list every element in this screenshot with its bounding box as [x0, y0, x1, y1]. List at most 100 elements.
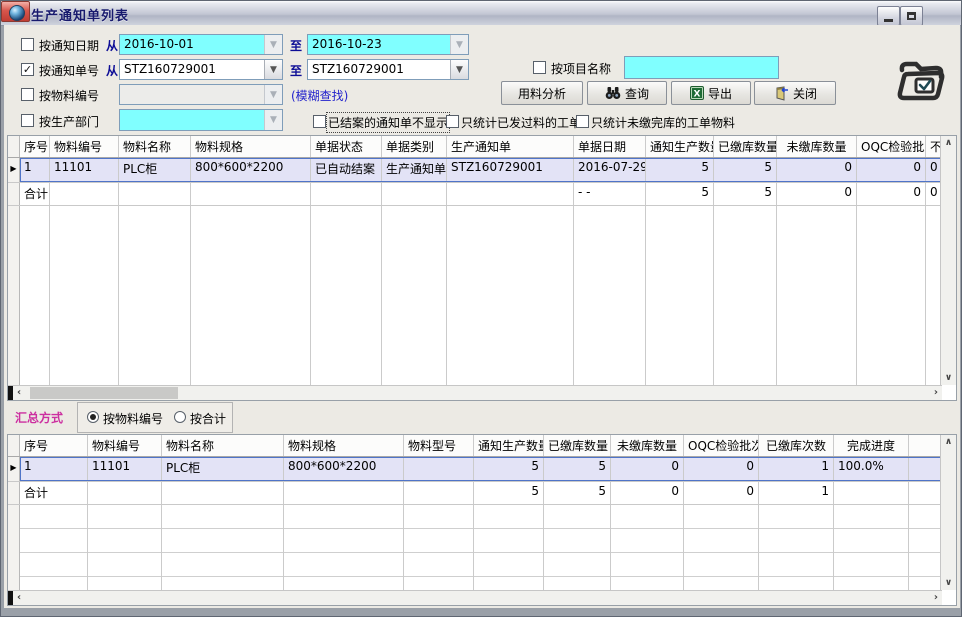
- grid-cell[interactable]: 0: [611, 457, 684, 481]
- by-material-radio[interactable]: [87, 411, 99, 423]
- table-row[interactable]: ▶111101PLC柜800*600*220055001100.0%: [8, 457, 942, 482]
- grid-cell[interactable]: 2016-07-29: [574, 158, 646, 182]
- prod-dept-checkbox[interactable]: [21, 114, 34, 127]
- grid-cell[interactable]: 0: [684, 457, 759, 481]
- grid-cell[interactable]: [50, 183, 119, 205]
- row-indicator[interactable]: ▶: [8, 457, 20, 481]
- material-no-checkbox[interactable]: [21, 88, 34, 101]
- project-name-input[interactable]: [624, 56, 779, 79]
- project-name-checkbox[interactable]: [533, 61, 546, 74]
- grid-cell[interactable]: [311, 183, 382, 205]
- grid-cell[interactable]: 5: [646, 158, 714, 182]
- scroll-left-icon[interactable]: ‹: [17, 591, 21, 605]
- grid-cell[interactable]: [162, 482, 284, 504]
- scroll-up-icon[interactable]: ∧: [941, 138, 956, 148]
- notice-no-checkbox[interactable]: [21, 63, 34, 76]
- column-header[interactable]: OQC检验批次: [857, 136, 926, 157]
- grid-cell[interactable]: 1: [20, 158, 50, 182]
- scroll-left-icon[interactable]: ‹: [17, 386, 21, 400]
- grid-cell[interactable]: 800*600*2200: [284, 457, 404, 481]
- column-header[interactable]: 单据状态: [311, 136, 382, 157]
- column-header[interactable]: 已缴库次数: [759, 435, 834, 456]
- grid-cell[interactable]: - -: [574, 183, 646, 205]
- hide-closed-label[interactable]: 已结案的通知单不显示: [328, 114, 448, 131]
- grid-cell[interactable]: 11101: [88, 457, 162, 481]
- grid-cell[interactable]: 合计: [20, 183, 50, 205]
- grid-cell[interactable]: 5: [646, 183, 714, 205]
- column-header[interactable]: 序号: [20, 435, 88, 456]
- title-bar[interactable]: 生产通知单列表 ✕: [1, 1, 962, 26]
- scroll-up-icon[interactable]: ∧: [941, 437, 956, 447]
- grid-cell[interactable]: [404, 482, 474, 504]
- column-header[interactable]: 通知生产数量: [474, 435, 544, 456]
- column-header[interactable]: 物料名称: [162, 435, 284, 456]
- column-header[interactable]: 已缴库数量: [714, 136, 777, 157]
- by-total-radio-label[interactable]: 按合计: [190, 410, 226, 427]
- grid-cell[interactable]: 100.0%: [834, 457, 909, 481]
- material-analysis-button[interactable]: 用料分析: [501, 81, 583, 105]
- grid-cell[interactable]: 5: [714, 158, 777, 182]
- column-header[interactable]: [909, 435, 942, 456]
- query-button[interactable]: 查询: [587, 81, 667, 105]
- column-header[interactable]: 物料编号: [88, 435, 162, 456]
- column-header[interactable]: 物料型号: [404, 435, 474, 456]
- grid-cell[interactable]: 合计: [20, 482, 88, 504]
- grid-cell[interactable]: [834, 482, 909, 504]
- notice-no-from-combo[interactable]: STZ160729001 ▼: [119, 59, 283, 80]
- chevron-down-icon[interactable]: ▼: [264, 85, 282, 104]
- scroll-right-icon[interactable]: ›: [934, 591, 938, 605]
- table-row[interactable]: ▶111101PLC柜800*600*2200已自动结案生产通知单STZ1607…: [8, 158, 942, 183]
- column-header[interactable]: 物料规格: [191, 136, 311, 157]
- export-button[interactable]: X 导出: [671, 81, 751, 105]
- grid-cell[interactable]: [88, 482, 162, 504]
- grid-cell[interactable]: 800*600*2200: [191, 158, 311, 182]
- summary-grid-vscrollbar[interactable]: ∧ ∨: [940, 435, 956, 590]
- column-header[interactable]: 单据日期: [574, 136, 646, 157]
- column-header[interactable]: 通知生产数量: [646, 136, 714, 157]
- chevron-down-icon[interactable]: ▼: [264, 110, 282, 130]
- chevron-down-icon[interactable]: ▼: [264, 35, 282, 54]
- scroll-down-icon[interactable]: ∨: [941, 373, 956, 383]
- grid-cell[interactable]: 5: [474, 482, 544, 504]
- grid-cell[interactable]: [404, 457, 474, 481]
- grid-cell[interactable]: 1: [759, 482, 834, 504]
- scroll-right-icon[interactable]: ›: [934, 386, 938, 400]
- column-header[interactable]: 单据类别: [382, 136, 447, 157]
- only-issued-checkbox[interactable]: [446, 115, 459, 128]
- grid-cell[interactable]: 0: [857, 158, 926, 182]
- grid-cell[interactable]: 0: [777, 183, 857, 205]
- main-grid-vscrollbar[interactable]: ∧ ∨: [940, 136, 956, 385]
- grid-cell[interactable]: [284, 482, 404, 504]
- only-not-stocked-checkbox[interactable]: [576, 115, 589, 128]
- close-form-button[interactable]: 关闭: [754, 81, 836, 105]
- summary-grid-hscrollbar[interactable]: ‹ ›: [8, 590, 942, 605]
- notice-no-to-combo[interactable]: STZ160729001 ▼: [307, 59, 469, 80]
- grid-cell[interactable]: [447, 183, 574, 205]
- minimize-button[interactable]: [877, 6, 900, 26]
- grid-cell[interactable]: 1: [759, 457, 834, 481]
- grid-cell[interactable]: 0: [857, 183, 926, 205]
- row-indicator[interactable]: ▶: [8, 158, 20, 182]
- grid-cell[interactable]: PLC柜: [119, 158, 191, 182]
- chevron-down-icon[interactable]: ▼: [450, 60, 468, 79]
- chevron-down-icon[interactable]: ▼: [264, 60, 282, 79]
- grid-cell[interactable]: 5: [544, 482, 611, 504]
- grid-cell[interactable]: 0: [611, 482, 684, 504]
- grid-cell[interactable]: 5: [544, 457, 611, 481]
- grid-cell[interactable]: 1: [20, 457, 88, 481]
- by-material-radio-label[interactable]: 按物料编号: [103, 410, 163, 427]
- main-grid-hscroll-thumb[interactable]: [30, 387, 178, 399]
- column-header[interactable]: OQC检验批次: [684, 435, 759, 456]
- prod-dept-combo[interactable]: ▼: [119, 109, 283, 131]
- grid-cell[interactable]: PLC柜: [162, 457, 284, 481]
- grid-cell[interactable]: STZ160729001: [447, 158, 574, 182]
- column-header[interactable]: 完成进度: [834, 435, 909, 456]
- grid-cell[interactable]: 生产通知单: [382, 158, 447, 182]
- grid-cell[interactable]: 5: [714, 183, 777, 205]
- scroll-down-icon[interactable]: ∨: [941, 578, 956, 588]
- grid-cell[interactable]: 0: [684, 482, 759, 504]
- material-no-combo[interactable]: ▼: [119, 84, 283, 105]
- column-header[interactable]: 物料名称: [119, 136, 191, 157]
- notice-date-to-combo[interactable]: 2016-10-23 ▼: [307, 34, 469, 55]
- column-header[interactable]: 物料规格: [284, 435, 404, 456]
